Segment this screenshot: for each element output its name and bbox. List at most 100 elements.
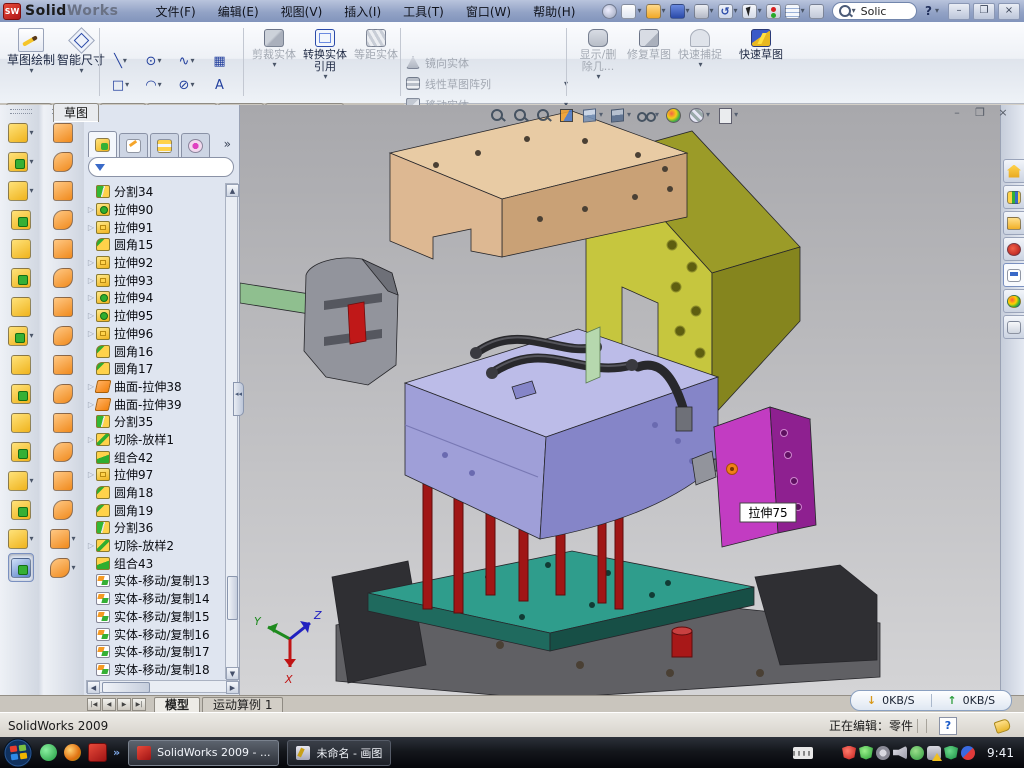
curve-button[interactable]: ▾ xyxy=(50,553,75,582)
undo-button[interactable]: ↺▾ xyxy=(718,4,738,19)
dropdown-icon[interactable]: ▾ xyxy=(710,7,714,15)
antivirus-green-tray-icon[interactable] xyxy=(859,746,873,760)
resources-home-button[interactable] xyxy=(1003,159,1024,183)
tree-item[interactable]: 实体-移动/复制13 xyxy=(86,572,224,590)
tree-item[interactable]: ▷曲面-拉伸39 xyxy=(86,395,224,413)
tree-item[interactable]: 实体-移动/复制17 xyxy=(86,643,224,661)
dropdown-icon[interactable]: ▾ xyxy=(662,7,666,15)
expand-icon[interactable]: ▷ xyxy=(86,311,96,320)
dropdown-icon[interactable]: ▾ xyxy=(157,57,161,65)
ruled-surface-button[interactable]: ▾ xyxy=(50,524,75,553)
dropdown-icon[interactable]: ▾ xyxy=(637,7,641,15)
tree-item[interactable]: 圆角18 xyxy=(86,484,224,502)
plane-button[interactable] xyxy=(11,495,31,524)
antivirus-red-tray-icon[interactable] xyxy=(842,746,856,760)
manager-tab-propertymanager[interactable] xyxy=(119,133,148,157)
sketch-entity-button-7[interactable]: A xyxy=(203,73,236,97)
dropdown-icon[interactable]: ▾ xyxy=(801,7,805,15)
ribbon-button-快速草图[interactable]: 快速草图 xyxy=(737,26,785,98)
dropdown-icon[interactable]: ▾ xyxy=(158,81,162,89)
options-button[interactable]: ▾ xyxy=(785,4,805,19)
shield-plus-tray-icon[interactable] xyxy=(944,746,958,760)
manager-overflow-button[interactable]: » xyxy=(224,137,231,151)
move-copy-body-button[interactable] xyxy=(11,437,31,466)
expand-icon[interactable]: ▷ xyxy=(86,329,96,338)
rib-button[interactable] xyxy=(11,292,31,321)
dropdown-icon[interactable]: ▾ xyxy=(734,111,738,119)
instant3d-button[interactable] xyxy=(8,553,34,582)
tree-item[interactable]: 组合43 xyxy=(86,554,224,572)
tab-nav-2[interactable]: ▶ xyxy=(117,698,131,711)
extruded-boss-button[interactable]: ▾ xyxy=(8,118,33,147)
expand-icon[interactable]: ▷ xyxy=(86,435,96,444)
delete-face-button[interactable] xyxy=(53,321,73,350)
tree-item[interactable]: ▷切除-放样1 xyxy=(86,431,224,449)
solidworks-quicklaunch-icon[interactable] xyxy=(88,743,107,762)
ribbon-button-草图绘制[interactable]: 草图绘制▾ xyxy=(6,26,56,98)
custom-properties-button[interactable] xyxy=(1003,315,1024,339)
help-dropdown-icon[interactable]: ▾ xyxy=(935,7,939,15)
toolbar-grip[interactable] xyxy=(10,109,32,114)
tree-item[interactable]: ▷拉伸93 xyxy=(86,271,224,289)
tree-item[interactable]: 分割35 xyxy=(86,413,224,431)
dropdown-icon[interactable]: ▾ xyxy=(29,477,33,485)
scroll-up-icon[interactable]: ▲ xyxy=(226,184,239,197)
menu-item-2[interactable]: 视图(V) xyxy=(270,1,334,22)
view-settings-button[interactable]: ▾ xyxy=(716,107,738,124)
draft-button[interactable] xyxy=(11,263,31,292)
reference-geometry-button[interactable]: ▾ xyxy=(8,466,33,495)
apply-scene-button[interactable]: ▾ xyxy=(688,107,710,124)
view-palette-button[interactable] xyxy=(1003,263,1024,287)
tree-item[interactable]: 圆角15 xyxy=(86,236,224,254)
dropdown-icon[interactable]: ▾ xyxy=(79,67,83,75)
tab-nav-3[interactable]: ▶| xyxy=(132,698,146,711)
axis-button[interactable]: ▾ xyxy=(8,524,33,553)
dropdown-icon[interactable]: ▾ xyxy=(29,129,33,137)
part-side-block[interactable] xyxy=(714,407,816,547)
start-button[interactable] xyxy=(3,738,33,768)
dropdown-icon[interactable]: ▾ xyxy=(29,158,33,166)
dropdown-icon[interactable]: ▾ xyxy=(71,535,75,543)
restore-button[interactable]: ❐ xyxy=(973,3,995,20)
scroll-down-icon[interactable]: ▼ xyxy=(226,667,239,680)
select-button[interactable]: ▾ xyxy=(742,4,762,19)
revolved-surface-button[interactable] xyxy=(53,147,73,176)
dropdown-icon[interactable]: ▾ xyxy=(29,332,33,340)
edit-appearance-button[interactable] xyxy=(665,107,682,124)
search-input[interactable]: Solic xyxy=(861,5,887,18)
dropdown-icon[interactable]: ▾ xyxy=(323,73,327,81)
tree-item[interactable]: 实体-移动/复制16 xyxy=(86,625,224,643)
open-button[interactable]: ▾ xyxy=(646,4,666,19)
panel-splitter-handle[interactable]: ◂◂ xyxy=(233,382,244,416)
search-box[interactable]: ▾ Solic xyxy=(832,2,917,20)
view-orientation-button[interactable]: ▾ xyxy=(581,107,603,124)
extend-surface-button[interactable] xyxy=(53,408,73,437)
sketch-entity-button-1[interactable]: ⊙▾ xyxy=(137,49,170,73)
print-button[interactable]: ▾ xyxy=(694,4,714,19)
tree-item[interactable]: ▷切除-放样2 xyxy=(86,537,224,555)
expand-icon[interactable]: ▷ xyxy=(86,258,96,267)
shell-button[interactable] xyxy=(11,234,31,263)
tree-item[interactable]: ▷曲面-拉伸38 xyxy=(86,378,224,396)
dropdown-icon[interactable]: ▾ xyxy=(29,187,33,195)
sketch-entity-button-5[interactable]: ◠▾ xyxy=(137,73,170,97)
sketch-entity-button-6[interactable]: ⊘▾ xyxy=(170,73,203,97)
ribbon-button-转换实体引用[interactable]: 转换实体引用▾ xyxy=(301,26,349,98)
tab-草图[interactable]: 草图 xyxy=(53,103,99,122)
close-button[interactable]: × xyxy=(998,3,1020,20)
tree-item[interactable]: ▷拉伸94 xyxy=(86,289,224,307)
menu-item-5[interactable]: 窗口(W) xyxy=(455,1,522,22)
menu-item-1[interactable]: 编辑(E) xyxy=(207,1,270,22)
dropdown-icon[interactable]: ▾ xyxy=(190,57,194,65)
tree-filter-box[interactable] xyxy=(88,157,234,177)
tree-item[interactable]: 实体-移动/复制15 xyxy=(86,608,224,626)
freeform-button[interactable] xyxy=(53,292,73,321)
tree-item[interactable]: ▷拉伸91 xyxy=(86,218,224,236)
expand-icon[interactable]: ▷ xyxy=(86,293,96,302)
tree-item[interactable]: ▷拉伸95 xyxy=(86,307,224,325)
knit-surface-button[interactable] xyxy=(53,466,73,495)
tree-item[interactable]: ▷拉伸90 xyxy=(86,201,224,219)
expand-icon[interactable]: ▷ xyxy=(86,470,96,479)
tree-item[interactable]: ▷拉伸92 xyxy=(86,254,224,272)
menu-item-4[interactable]: 工具(T) xyxy=(392,1,455,22)
